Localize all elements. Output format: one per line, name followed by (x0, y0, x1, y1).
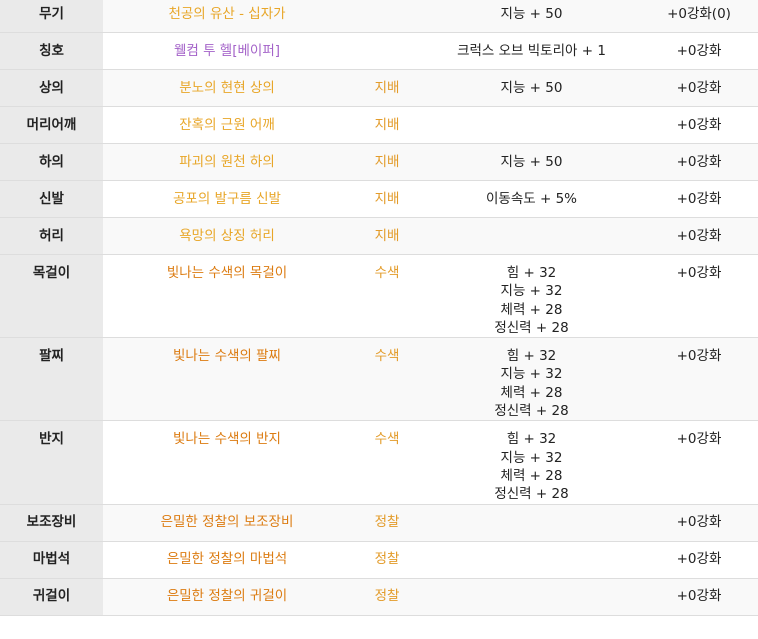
table-row: 허리 욕망의 상징 허리 지배 +0강화 (0, 217, 758, 255)
item-name[interactable]: 공포의 발구름 신발 (103, 180, 351, 218)
slot-label: 허리 (0, 217, 103, 255)
slot-label: 보조장비 (0, 504, 103, 542)
item-name[interactable]: 빛나는 수색의 목걸이 (103, 254, 351, 339)
item-options (423, 106, 640, 144)
slot-label: 하의 (0, 143, 103, 181)
slot-label: 팔찌 (0, 337, 103, 422)
item-name[interactable]: 빛나는 수색의 팔찌 (103, 337, 351, 422)
set-label: 수색 (351, 254, 423, 339)
slot-label: 귀걸이 (0, 578, 103, 616)
enhance-level: +0강화 (640, 578, 758, 616)
option-line: 정신력 + 28 (494, 486, 569, 503)
enhance-level: +0강화 (640, 337, 758, 422)
set-label: 지배 (351, 217, 423, 255)
enhance-level: +0강화 (640, 69, 758, 107)
table-row: 머리어깨 잔혹의 근원 어깨 지배 +0강화 (0, 106, 758, 144)
enhance-level: +0강화 (640, 541, 758, 579)
option-line: 힘 + 32 (506, 265, 557, 281)
item-options (423, 217, 640, 255)
table-row: 신발 공포의 발구름 신발 지배 이동속도 + 5% +0강화 (0, 180, 758, 218)
item-options: 이동속도 + 5% (423, 180, 640, 218)
item-options: 힘 + 32 지능 + 32 체력 + 28 정신력 + 28 (423, 337, 640, 422)
enhance-level: +0강화 (640, 106, 758, 144)
table-row: 마법석 은밀한 정찰의 마법석 정찰 +0강화 (0, 541, 758, 579)
table-row: 보조장비 은밀한 정찰의 보조장비 정찰 +0강화 (0, 504, 758, 542)
option-line: 지능 + 32 (500, 449, 563, 466)
item-name[interactable]: 분노의 현현 상의 (103, 69, 351, 107)
table-row: 반지 빛나는 수색의 반지 수색 힘 + 32 지능 + 32 체력 + 28 정신력 + … (0, 420, 758, 505)
option-line: 정신력 + 28 (494, 319, 569, 336)
slot-label: 상의 (0, 69, 103, 107)
item-name[interactable]: 빛나는 수색의 반지 (103, 420, 351, 505)
equipment-table: 무기 천공의 유산 - 십자가 지능 + 50 +0강화(0) 칭호 웰컴 투 헬[베이퍼… (0, 0, 758, 616)
item-name[interactable]: 웰컴 투 헬[베이퍼] (103, 32, 351, 70)
item-name[interactable]: 은밀한 정찰의 보조장비 (103, 504, 351, 542)
slot-label: 마법석 (0, 541, 103, 579)
option-line: 지능 + 50 (500, 153, 563, 170)
option-line: 정신력 + 28 (494, 403, 569, 420)
slot-label: 목걸이 (0, 254, 103, 339)
slot-label: 무기 (0, 0, 103, 33)
set-label: 지배 (351, 180, 423, 218)
table-row: 칭호 웰컴 투 헬[베이퍼] 크럭스 오브 빅토리아 + 1 +0강화 (0, 32, 758, 70)
set-label: 정찰 (351, 504, 423, 542)
slot-label: 칭호 (0, 32, 103, 70)
table-row: 귀걸이 은밀한 정찰의 귀걸이 정찰 +0강화 (0, 578, 758, 616)
enhance-level: +0강화 (640, 504, 758, 542)
option-line: 힘 + 32 (506, 348, 557, 365)
item-name[interactable]: 파괴의 원천 하의 (103, 143, 351, 181)
item-options: 지능 + 50 (423, 143, 640, 181)
option-line: 지능 + 32 (500, 283, 563, 300)
slot-label: 신발 (0, 180, 103, 218)
set-label: 정찰 (351, 578, 423, 616)
item-options: 지능 + 50 (423, 0, 640, 33)
option-line: 체력 + 28 (500, 384, 563, 401)
enhance-level: +0강화 (640, 217, 758, 255)
option-line: 체력 + 28 (500, 301, 563, 318)
enhance-level: +0강화 (640, 254, 758, 339)
item-options (423, 504, 640, 542)
item-options: 크럭스 오브 빅토리아 + 1 (423, 32, 640, 70)
enhance-level: +0강화(0) (640, 0, 758, 33)
enhance-level: +0강화 (640, 32, 758, 70)
table-row: 무기 천공의 유산 - 십자가 지능 + 50 +0강화(0) (0, 0, 758, 33)
item-name[interactable]: 욕망의 상징 허리 (103, 217, 351, 255)
set-label (351, 32, 423, 70)
item-name[interactable]: 잔혹의 근원 어깨 (103, 106, 351, 144)
option-line: 체력 + 28 (500, 467, 563, 484)
equipment-table-body: 무기 천공의 유산 - 십자가 지능 + 50 +0강화(0) 칭호 웰컴 투 헬[베이퍼… (0, 0, 758, 616)
item-options: 힘 + 32 지능 + 32 체력 + 28 정신력 + 28 (423, 254, 640, 339)
item-name[interactable]: 천공의 유산 - 십자가 (103, 0, 351, 33)
slot-label: 반지 (0, 420, 103, 505)
item-options (423, 541, 640, 579)
option-line: 크럭스 오브 빅토리아 + 1 (457, 42, 606, 59)
enhance-level: +0강화 (640, 420, 758, 505)
set-label: 지배 (351, 143, 423, 181)
table-row: 상의 분노의 현현 상의 지배 지능 + 50 +0강화 (0, 69, 758, 107)
item-name[interactable]: 은밀한 정찰의 마법석 (103, 541, 351, 579)
item-options: 지능 + 50 (423, 69, 640, 107)
item-name[interactable]: 은밀한 정찰의 귀걸이 (103, 578, 351, 616)
slot-label: 머리어깨 (0, 106, 103, 144)
item-options (423, 578, 640, 616)
table-row: 하의 파괴의 원천 하의 지배 지능 + 50 +0강화 (0, 143, 758, 181)
set-label: 수색 (351, 420, 423, 505)
option-line: 지능 + 50 (500, 79, 563, 96)
option-line: 힘 + 32 (506, 431, 557, 448)
set-label: 수색 (351, 337, 423, 422)
option-line: 이동속도 + 5% (486, 190, 577, 207)
table-row: 팔찌 빛나는 수색의 팔찌 수색 힘 + 32 지능 + 32 체력 + 28 정신력 + … (0, 337, 758, 422)
set-label (351, 0, 423, 33)
enhance-level: +0강화 (640, 180, 758, 218)
enhance-level: +0강화 (640, 143, 758, 181)
table-row: 목걸이 빛나는 수색의 목걸이 수색 힘 + 32 지능 + 32 체력 + 28 정신력 … (0, 254, 758, 339)
item-options: 힘 + 32 지능 + 32 체력 + 28 정신력 + 28 (423, 420, 640, 505)
set-label: 지배 (351, 69, 423, 107)
set-label: 지배 (351, 106, 423, 144)
set-label: 정찰 (351, 541, 423, 579)
option-line: 지능 + 50 (500, 5, 563, 22)
option-line: 지능 + 32 (500, 366, 563, 383)
